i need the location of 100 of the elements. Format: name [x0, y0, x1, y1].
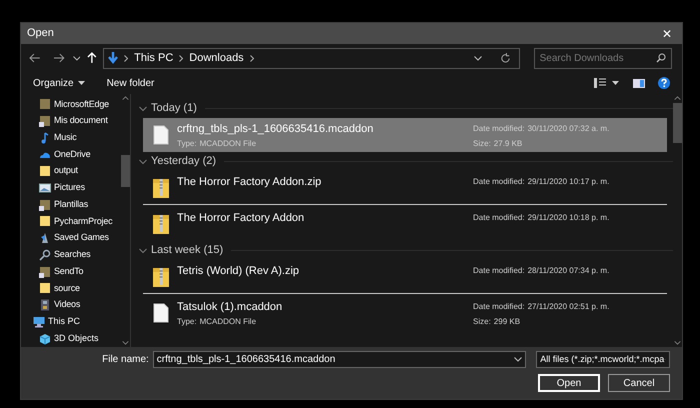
date-label: Date modified: [473, 176, 525, 188]
scrollbar-thumb[interactable] [121, 154, 130, 186]
nav-item[interactable]: Music [21, 129, 121, 146]
file-size: 299 KB [494, 316, 520, 328]
file-name: The Horror Factory Addon.zip [177, 175, 322, 190]
scroll-down-icon [674, 341, 681, 345]
type-label: Type: [177, 316, 197, 328]
file-type: MCADDON File [200, 138, 256, 150]
refresh-icon[interactable] [500, 52, 511, 64]
separator-icon [250, 54, 254, 62]
nav-item[interactable]: output [21, 162, 121, 180]
group-header[interactable]: Today (1) [151, 100, 197, 117]
file-row[interactable]: The Horror Factory Addon Date modified: 29/11/2020 10:18 p. m. [143, 207, 667, 241]
open-button[interactable]: Open [538, 374, 600, 392]
nav-item[interactable]: 3D Objects [21, 330, 121, 347]
file-type-dropdown[interactable]: All files (*.zip;*.mcworld;*.mcpa [536, 351, 670, 368]
music-note-icon [39, 132, 51, 144]
nav-item[interactable]: Mis document [21, 112, 121, 130]
nav-item[interactable]: PycharmProjec [21, 213, 121, 230]
file-row[interactable]: Tatsulok (1).mcaddon Type: MCADDON File Date modified: 27/11/2020 02:51 p. m. Size: 299 KB [143, 296, 667, 330]
nav-item[interactable]: Searches [21, 246, 121, 264]
group-header[interactable]: Last week (15) [151, 242, 224, 259]
breadcrumb-link[interactable]: This PC [134, 50, 174, 66]
nav-item[interactable]: Pictures [21, 180, 121, 196]
file-row[interactable]: The Horror Factory Addon.zip Date modified: 29/11/2020 10:17 p. m. [143, 171, 667, 205]
view-options-icon[interactable] [594, 78, 606, 88]
cube-icon [39, 332, 51, 345]
monitor-icon [33, 316, 45, 328]
cancel-button[interactable]: Cancel [608, 374, 670, 392]
date-modified: 28/11/2020 07:34 p. m. [528, 265, 610, 277]
separator-icon [124, 54, 128, 62]
folder-icon [39, 215, 51, 228]
collapse-chevron-icon[interactable] [139, 104, 147, 112]
date-modified: 29/11/2020 10:18 p. m. [528, 212, 610, 224]
zipped-folder-icon [152, 212, 170, 234]
date-label: Date modified: [473, 265, 525, 277]
window-title: Open [27, 26, 54, 42]
size-label: Size: [473, 138, 491, 150]
file-type-filter: All files (*.zip;*.mcworld;*.mcpa [540, 352, 664, 366]
breadcrumb-link[interactable]: Downloads [189, 50, 244, 66]
folder-icon [39, 165, 51, 178]
organize-button[interactable]: Organize [33, 76, 85, 90]
search-icon [656, 53, 666, 63]
type-label: Type: [177, 138, 197, 150]
date-modified: 30/11/2020 07:32 a. m. [528, 123, 610, 135]
file-name: Tatsulok (1).mcaddon [177, 300, 284, 315]
date-modified: 27/11/2020 02:51 p. m. [528, 301, 610, 313]
shortcut-folder-icon [39, 266, 51, 278]
collapse-chevron-icon[interactable] [139, 158, 147, 166]
caret-icon [78, 81, 85, 85]
up-arrow-icon[interactable] [87, 52, 98, 64]
size-label: Size: [473, 316, 491, 328]
nav-item[interactable]: source [21, 280, 121, 297]
address-bar[interactable]: This PC Downloads [103, 48, 520, 68]
file-size: 27.9 KB [494, 138, 522, 150]
forward-arrow-icon[interactable] [52, 53, 64, 63]
file-name: crftng_tbls_pls-1_1606635416.mcaddon [177, 122, 374, 137]
file-name-value: crftng_tbls_pls-1_1606635416.mcaddon [156, 353, 336, 367]
search-placeholder: Search Downloads [540, 52, 624, 66]
group-header[interactable]: Yesterday (2) [151, 153, 216, 170]
nav-item[interactable]: Videos [21, 296, 121, 314]
scroll-up-icon [122, 96, 129, 100]
file-name-label: File name: [101, 353, 150, 367]
close-button[interactable]: ✕ [652, 23, 682, 44]
nav-item[interactable]: This PC [21, 313, 121, 330]
nav-item[interactable]: MicrosoftEdge [21, 96, 121, 113]
file-name: Tetris (World) (Rev A).zip [177, 264, 300, 279]
nav-item[interactable]: SendTo [21, 263, 121, 280]
help-icon[interactable] [658, 77, 670, 89]
file-name: The Horror Factory Addon [177, 211, 306, 226]
scrollbar-thumb[interactable] [673, 103, 682, 143]
date-label: Date modified: [473, 123, 525, 135]
folder-icon [39, 98, 51, 110]
search-field[interactable]: Search Downloads [534, 48, 672, 68]
back-arrow-icon[interactable] [29, 53, 41, 63]
nav-item[interactable]: OneDrive [21, 146, 121, 163]
folder-icon [39, 282, 51, 294]
history-dropdown-icon [474, 56, 482, 60]
nav-item[interactable]: Saved Games [21, 230, 121, 246]
new-folder-button[interactable]: New folder [106, 76, 154, 90]
chevron-down-icon [514, 357, 522, 362]
caret-icon[interactable] [612, 81, 619, 85]
scrollbar[interactable] [673, 94, 682, 347]
scrollbar[interactable] [121, 94, 130, 347]
date-label: Date modified: [473, 212, 525, 224]
zipped-folder-icon [152, 266, 170, 288]
picture-icon [39, 182, 51, 194]
document-icon [153, 124, 169, 144]
file-row[interactable]: crftng_tbls_pls-1_1606635416.mcaddon Type: MCADDON File Date modified: 30/11/2020 07:32 a. m. Size: 27.9 KB [143, 118, 667, 152]
document-icon [153, 302, 169, 322]
separator-icon [179, 54, 184, 62]
collapse-chevron-icon[interactable] [139, 246, 147, 254]
file-name-field[interactable]: crftng_tbls_pls-1_1606635416.mcaddon [152, 351, 526, 368]
nav-item[interactable]: Plantillas [21, 196, 121, 214]
game-piece-icon [39, 232, 51, 244]
shortcut-folder-icon [39, 115, 51, 128]
zipped-folder-icon [152, 176, 170, 198]
file-row[interactable]: Tetris (World) (Rev A).zip Date modified: 28/11/2020 07:34 p. m. [143, 260, 667, 294]
preview-pane-icon[interactable] [633, 78, 645, 88]
date-label: Date modified: [473, 301, 525, 313]
